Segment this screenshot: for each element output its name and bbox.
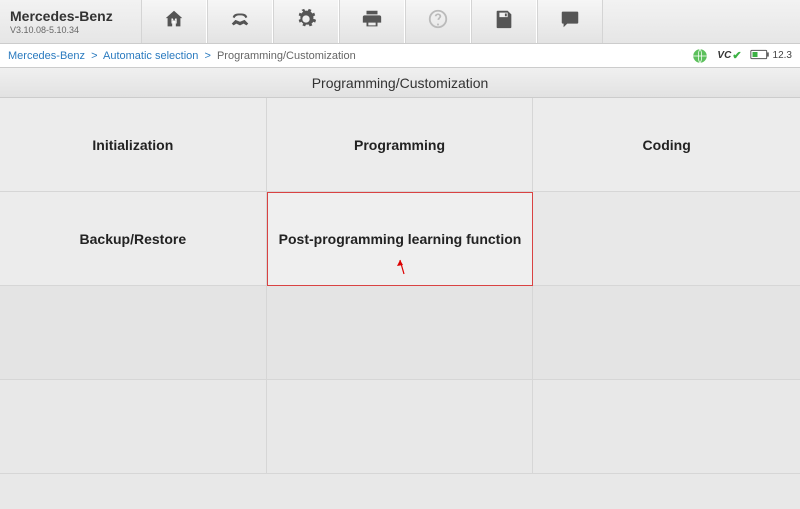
gear-icon — [295, 8, 317, 35]
cell-empty — [0, 380, 267, 474]
cell-initialization[interactable]: Initialization — [0, 98, 267, 192]
vci-status-badge: VC✔ — [717, 49, 741, 62]
cell-label: Initialization — [92, 137, 173, 153]
cell-programming[interactable]: Programming — [267, 98, 534, 192]
feedback-button[interactable] — [537, 0, 603, 43]
printer-icon — [361, 8, 383, 35]
section-title: Programming/Customization — [312, 75, 489, 91]
help-button[interactable] — [405, 0, 471, 43]
breadcrumb: Mercedes-Benz > Automatic selection > Pr… — [8, 50, 691, 62]
settings-button[interactable] — [273, 0, 339, 43]
vc-label: VC — [717, 50, 731, 61]
cell-empty — [533, 286, 800, 380]
check-icon: ✔ — [732, 49, 741, 62]
pointer-arrow-icon — [393, 258, 407, 279]
app-header: Mercedes-Benz V3.10.08-5.10.34 M — [0, 0, 800, 44]
cell-empty — [267, 380, 534, 474]
breadcrumb-link-0[interactable]: Mercedes-Benz — [8, 50, 85, 62]
vehicle-lift-icon — [229, 8, 251, 35]
cell-label: Post-programming learning function — [279, 231, 522, 247]
svg-text:M: M — [171, 17, 177, 26]
breadcrumb-link-1[interactable]: Automatic selection — [103, 50, 198, 62]
battery-indicator: 12.3 — [750, 49, 792, 63]
toolbar: M — [141, 0, 800, 43]
cell-backup-restore[interactable]: Backup/Restore — [0, 192, 267, 286]
menu-grid: Initialization Programming Coding Backup… — [0, 98, 800, 474]
chat-icon — [559, 8, 581, 35]
battery-voltage: 12.3 — [773, 50, 792, 61]
cell-empty — [0, 286, 267, 380]
help-circle-icon — [427, 8, 449, 35]
cell-empty — [533, 192, 800, 286]
breadcrumb-sep: > — [91, 50, 97, 62]
cell-coding[interactable]: Coding — [533, 98, 800, 192]
home-button[interactable]: M — [141, 0, 207, 43]
cell-label: Coding — [643, 137, 691, 153]
vehicle-button[interactable] — [207, 0, 273, 43]
save-icon — [493, 8, 515, 35]
cell-label: Backup/Restore — [80, 231, 187, 247]
cell-empty — [267, 286, 534, 380]
brand-version: V3.10.08-5.10.34 — [10, 25, 131, 35]
cell-empty — [533, 380, 800, 474]
status-area: VC✔ 12.3 — [691, 47, 792, 65]
battery-icon — [750, 49, 770, 63]
home-m-icon: M — [163, 8, 185, 35]
brand-block: Mercedes-Benz V3.10.08-5.10.34 — [0, 0, 141, 43]
brand-title: Mercedes-Benz — [10, 8, 131, 24]
breadcrumb-sep: > — [204, 50, 210, 62]
breadcrumb-current: Programming/Customization — [217, 50, 356, 62]
network-globe-icon — [691, 47, 709, 65]
breadcrumb-row: Mercedes-Benz > Automatic selection > Pr… — [0, 44, 800, 68]
cell-post-programming[interactable]: Post-programming learning function — [267, 192, 534, 286]
save-button[interactable] — [471, 0, 537, 43]
print-button[interactable] — [339, 0, 405, 43]
cell-label: Programming — [354, 137, 445, 153]
section-header: Programming/Customization — [0, 68, 800, 98]
